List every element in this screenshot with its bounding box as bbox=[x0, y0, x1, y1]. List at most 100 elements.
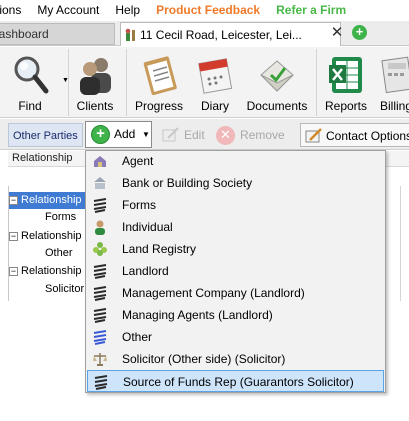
menu-bar: tions My Account Help Product Feedback R… bbox=[0, 0, 409, 20]
clients-label: Clients bbox=[76, 99, 114, 113]
add-tab-icon[interactable]: + bbox=[352, 25, 367, 40]
collapse-icon[interactable]: − bbox=[9, 266, 18, 276]
tree-group-label: Relationship bbox=[21, 265, 82, 277]
land-registry-icon bbox=[93, 242, 107, 256]
dropdown-item-forms[interactable]: Forms bbox=[87, 194, 384, 216]
billing-icon bbox=[381, 56, 409, 94]
dropdown-item-label: Managing Agents (Landlord) bbox=[122, 308, 273, 322]
edit-label: Edit bbox=[184, 128, 205, 142]
remove-label: Remove bbox=[240, 128, 285, 142]
reports-button[interactable]: Reports bbox=[319, 47, 373, 118]
ribbon-divider bbox=[316, 49, 317, 116]
forms-icon bbox=[93, 198, 107, 213]
bank-icon bbox=[94, 177, 106, 189]
tab-matter[interactable]: 11 Cecil Road, Leicester, Lei... bbox=[120, 22, 341, 46]
tree-child-row[interactable]: Forms bbox=[45, 209, 76, 225]
billing-label: Billing bbox=[379, 99, 409, 113]
add-label: Add bbox=[114, 127, 136, 141]
dropdown-item-label: Management Company (Landlord) bbox=[122, 286, 305, 300]
dropdown-item-label: Source of Funds Rep (Guarantors Solicito… bbox=[123, 375, 354, 389]
dropdown-item-bank[interactable]: Bank or Building Society bbox=[87, 172, 384, 194]
dropdown-item-managing-agents[interactable]: Managing Agents (Landlord) bbox=[87, 304, 384, 326]
individual-icon bbox=[95, 220, 105, 235]
dropdown-item-individual[interactable]: Individual bbox=[87, 216, 384, 238]
ribbon: Find ▼ Clients Progress Diary Documents … bbox=[0, 47, 409, 118]
progress-button[interactable]: Progress bbox=[131, 47, 187, 118]
excel-icon bbox=[329, 57, 362, 93]
contact-options-button[interactable]: Contact Options bbox=[300, 123, 409, 147]
add-button[interactable]: + Add ▼ bbox=[85, 121, 152, 148]
diary-label: Diary bbox=[200, 99, 229, 113]
plus-icon: + bbox=[91, 125, 110, 144]
dropdown-item-management-company[interactable]: Management Company (Landlord) bbox=[87, 282, 384, 304]
tab-strip: Dashboard 11 Cecil Road, Leicester, Lei.… bbox=[0, 21, 409, 46]
dropdown-item-label: Land Registry bbox=[122, 242, 197, 256]
dropdown-item-agent[interactable]: Agent bbox=[87, 150, 384, 172]
grid-border bbox=[400, 186, 401, 301]
find-label: Find bbox=[18, 99, 42, 113]
ribbon-divider bbox=[68, 49, 69, 116]
dropdown-item-landlord[interactable]: Landlord bbox=[87, 260, 384, 282]
tab-dashboard[interactable]: Dashboard bbox=[0, 23, 115, 45]
source-of-funds-icon bbox=[94, 375, 108, 390]
matter-icon bbox=[125, 28, 135, 41]
clients-icon bbox=[80, 58, 111, 95]
tree-child-row[interactable]: Solicitor bbox=[45, 281, 84, 297]
menu-my-account[interactable]: My Account bbox=[29, 3, 107, 17]
edit-icon bbox=[162, 127, 179, 142]
remove-button[interactable]: ✕ Remove bbox=[214, 123, 285, 147]
tab-matter-label: 11 Cecil Road, Leicester, Lei... bbox=[140, 27, 302, 42]
dropdown-item-label: Solicitor (Other side) (Solicitor) bbox=[122, 352, 286, 366]
tree-group-row[interactable]: − Relationship bbox=[9, 263, 82, 280]
contact-options-label: Contact Options bbox=[326, 129, 409, 143]
managing-agents-icon bbox=[93, 308, 107, 323]
collapse-icon[interactable]: − bbox=[9, 231, 18, 241]
find-button[interactable]: Find bbox=[4, 47, 56, 118]
remove-icon: ✕ bbox=[216, 126, 235, 145]
menu-refer-a-firm[interactable]: Refer a Firm bbox=[268, 3, 354, 17]
menu-product-feedback[interactable]: Product Feedback bbox=[148, 3, 268, 17]
management-company-icon bbox=[93, 286, 107, 301]
reports-label: Reports bbox=[324, 99, 368, 113]
documents-label: Documents bbox=[246, 99, 308, 113]
dropdown-item-source-of-funds[interactable]: Source of Funds Rep (Guarantors Solicito… bbox=[87, 370, 384, 392]
dropdown-item-label: Other bbox=[122, 330, 153, 344]
tab-dashboard-label: Dashboard bbox=[0, 27, 49, 41]
chevron-down-icon: ▼ bbox=[142, 130, 150, 139]
agent-icon bbox=[94, 156, 106, 167]
clipboard-icon bbox=[143, 56, 177, 96]
contact-options-icon bbox=[305, 128, 322, 143]
dropdown-item-label: Forms bbox=[122, 198, 156, 212]
tree-group-label: Relationship bbox=[21, 194, 82, 206]
add-party-dropdown: Agent Bank or Building Society Forms Ind… bbox=[85, 150, 386, 393]
documents-button[interactable]: Documents bbox=[244, 47, 310, 118]
progress-label: Progress bbox=[134, 99, 184, 113]
panel-title: Other Parties bbox=[8, 123, 83, 147]
other-parties-toolbar: Other Parties + Add ▼ Edit ✕ Remove Cont… bbox=[0, 119, 409, 150]
menu-options[interactable]: tions bbox=[0, 3, 29, 17]
dropdown-item-label: Individual bbox=[122, 220, 173, 234]
close-tab-icon[interactable]: ✕ bbox=[330, 25, 344, 41]
menu-help[interactable]: Help bbox=[107, 3, 148, 17]
dropdown-item-other[interactable]: Other bbox=[87, 326, 384, 348]
tree-group-row[interactable]: − Relationship bbox=[9, 228, 82, 245]
diary-button[interactable]: Diary bbox=[192, 47, 238, 118]
dropdown-item-label: Bank or Building Society bbox=[122, 176, 253, 190]
collapse-icon[interactable]: − bbox=[9, 195, 18, 205]
landlord-icon bbox=[93, 264, 107, 279]
tree-group-label: Relationship bbox=[21, 230, 82, 242]
envelope-icon bbox=[260, 60, 294, 92]
billing-button[interactable]: Billing bbox=[373, 47, 409, 118]
tree-child-row[interactable]: Other bbox=[45, 245, 73, 261]
solicitor-icon bbox=[93, 353, 107, 366]
dropdown-item-land-registry[interactable]: Land Registry bbox=[87, 238, 384, 260]
ribbon-divider bbox=[126, 49, 127, 116]
dropdown-item-solicitor[interactable]: Solicitor (Other side) (Solicitor) bbox=[87, 348, 384, 370]
dropdown-item-label: Landlord bbox=[122, 264, 169, 278]
magnifier-icon bbox=[14, 56, 49, 94]
dropdown-item-label: Agent bbox=[122, 154, 154, 168]
clients-button[interactable]: Clients bbox=[70, 47, 120, 118]
calendar-icon bbox=[198, 58, 233, 94]
edit-button[interactable]: Edit bbox=[160, 123, 205, 147]
other-icon bbox=[93, 330, 107, 345]
